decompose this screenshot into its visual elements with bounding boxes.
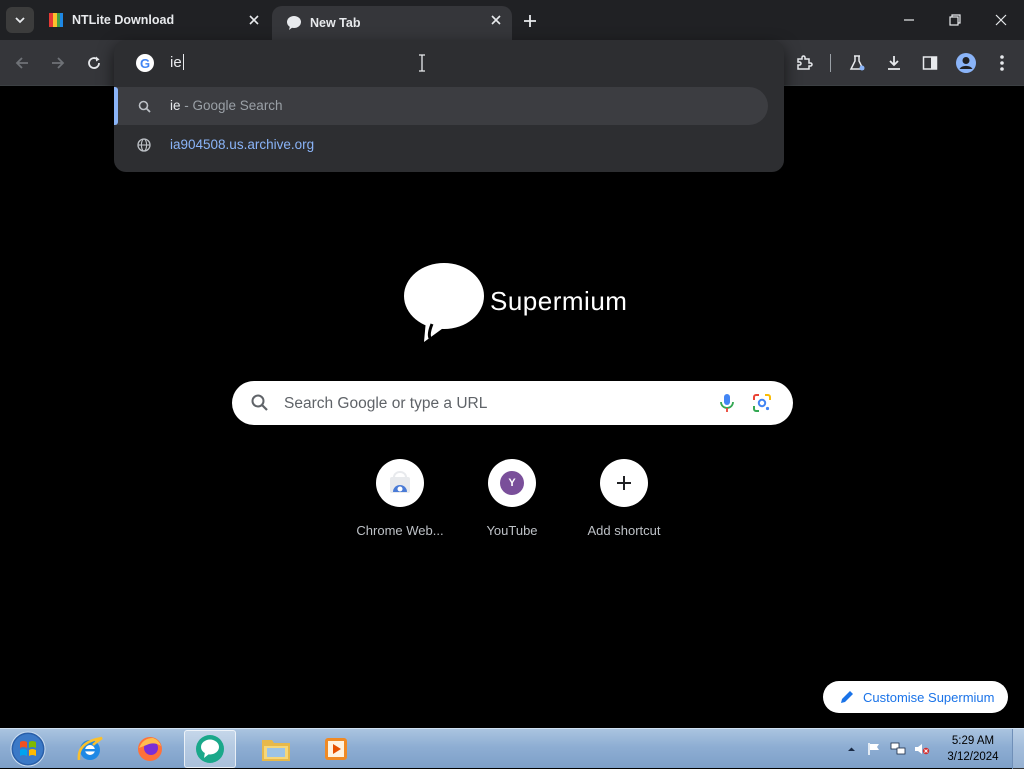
- suggestion-url[interactable]: ia904508.us.archive.org: [114, 126, 768, 164]
- close-icon: [995, 14, 1007, 26]
- downloads-button[interactable]: [881, 50, 907, 76]
- customise-label: Customise Supermium: [863, 690, 995, 705]
- extensions-button[interactable]: [791, 50, 817, 76]
- media-player-icon: [325, 738, 347, 760]
- profile-avatar-icon: [956, 53, 976, 73]
- shortcut-icon-tile: [376, 459, 424, 507]
- taskbar-internet-explorer[interactable]: [64, 730, 116, 768]
- address-bar[interactable]: G ie: [114, 40, 784, 86]
- supermium-logo: Supermium: [402, 262, 632, 346]
- tray-network[interactable]: [890, 741, 906, 757]
- shortcut-add[interactable]: Add shortcut: [568, 459, 680, 549]
- taskbar-supermium[interactable]: [184, 730, 236, 768]
- restore-button[interactable]: [932, 0, 978, 40]
- taskbar-firefox[interactable]: [124, 730, 176, 768]
- flag-icon: [868, 743, 879, 755]
- pencil-icon: [841, 691, 853, 703]
- toolbar-divider: [830, 54, 831, 72]
- chevron-up-icon: [847, 747, 855, 751]
- shortcut-icon-tile: Y: [488, 459, 536, 507]
- close-tab-icon[interactable]: [488, 12, 504, 28]
- shortcut-label: Chrome Web...: [356, 523, 444, 538]
- volume-muted-icon: [915, 744, 930, 755]
- google-lens-icon[interactable]: [752, 393, 772, 413]
- search-placeholder: Search Google or type a URL: [284, 395, 488, 412]
- close-tab-icon[interactable]: [246, 12, 262, 28]
- tab-search-button[interactable]: [6, 7, 34, 33]
- menu-button[interactable]: [989, 50, 1015, 76]
- back-arrow-icon: [15, 57, 28, 69]
- close-window-button[interactable]: [978, 0, 1024, 40]
- tab-title: NTLite Download: [72, 13, 175, 27]
- start-button[interactable]: [2, 730, 54, 768]
- tab-title: New Tab: [310, 16, 361, 30]
- puzzle-icon: [797, 55, 813, 70]
- start-orb: [10, 731, 46, 767]
- firefox-icon: [138, 737, 162, 761]
- brand-name: Supermium: [490, 286, 628, 316]
- labs-button[interactable]: [844, 50, 870, 76]
- clock-date: 3/12/2024: [947, 751, 999, 763]
- tray-volume[interactable]: [914, 741, 930, 757]
- suggestion-google-search[interactable]: ie - Google Search: [114, 87, 768, 125]
- taskbar-media-player[interactable]: [310, 730, 362, 768]
- tab-new-tab[interactable]: New Tab: [272, 6, 512, 40]
- forward-arrow-icon: [52, 57, 65, 69]
- plus-icon: [524, 15, 536, 27]
- minimize-button[interactable]: [886, 0, 932, 40]
- globe-icon: [136, 137, 152, 153]
- taskbar-clock[interactable]: 5:29 AM 3/12/2024: [940, 733, 1006, 765]
- forward-button[interactable]: [45, 50, 71, 76]
- taskbar: 5:29 AM 3/12/2024: [0, 728, 1024, 769]
- flask-icon: [849, 55, 865, 71]
- search-icon: [251, 394, 268, 411]
- chrome-web-store-icon: [390, 471, 410, 493]
- omnibox-dropdown: G ie ie - Google Search ia904508.us.arch…: [114, 40, 784, 172]
- new-tab-button[interactable]: [518, 9, 542, 33]
- microphone-icon[interactable]: [718, 393, 736, 413]
- reload-button[interactable]: [81, 50, 107, 76]
- plus-icon: [617, 476, 631, 490]
- text-cursor-icon: [419, 54, 425, 72]
- taskbar-file-explorer[interactable]: [250, 730, 302, 768]
- profile-button[interactable]: [953, 50, 979, 76]
- shortcut-youtube[interactable]: Y YouTube: [456, 459, 568, 549]
- supermium-icon: [196, 735, 224, 763]
- side-panel-icon: [922, 56, 938, 70]
- show-desktop-button[interactable]: [1012, 729, 1024, 769]
- shortcut-label: YouTube: [486, 523, 538, 538]
- side-panel-button[interactable]: [917, 50, 943, 76]
- restore-icon: [949, 14, 961, 26]
- internet-explorer-icon: [77, 736, 103, 761]
- clock-time: 5:29 AM: [951, 735, 995, 747]
- tab-ntlite-download[interactable]: NTLite Download: [40, 0, 270, 40]
- ntp-search-box[interactable]: Search Google or type a URL: [232, 381, 793, 425]
- customise-button[interactable]: Customise Supermium: [823, 681, 1008, 713]
- three-dots-vertical-icon: [1000, 55, 1004, 71]
- shortcut-chrome-web-store[interactable]: Chrome Web...: [344, 459, 456, 549]
- chevron-down-icon: [15, 17, 25, 24]
- minimize-icon: [904, 19, 914, 21]
- search-icon: [136, 98, 152, 114]
- speech-bubble-logo-icon: [404, 263, 484, 342]
- tray-action-center[interactable]: [866, 741, 882, 757]
- suggestion-url-text: ia904508.us.archive.org: [170, 137, 315, 152]
- back-button[interactable]: [9, 50, 35, 76]
- suggestion-text: ie - Google Search: [170, 98, 283, 113]
- shortcut-icon-tile: [600, 459, 648, 507]
- address-input[interactable]: ie: [170, 54, 184, 71]
- supermium-icon: [286, 15, 302, 31]
- network-icon: [890, 742, 906, 755]
- download-icon: [888, 56, 900, 70]
- tab-strip: NTLite Download New Tab: [0, 0, 1024, 40]
- youtube-avatar: Y: [500, 471, 524, 495]
- file-explorer-icon: [262, 740, 290, 761]
- shortcut-label: Add shortcut: [587, 523, 661, 538]
- reload-icon: [88, 56, 100, 69]
- ntlite-icon: [48, 12, 64, 28]
- show-hidden-icons[interactable]: [843, 741, 859, 757]
- google-g-icon: G: [136, 54, 154, 72]
